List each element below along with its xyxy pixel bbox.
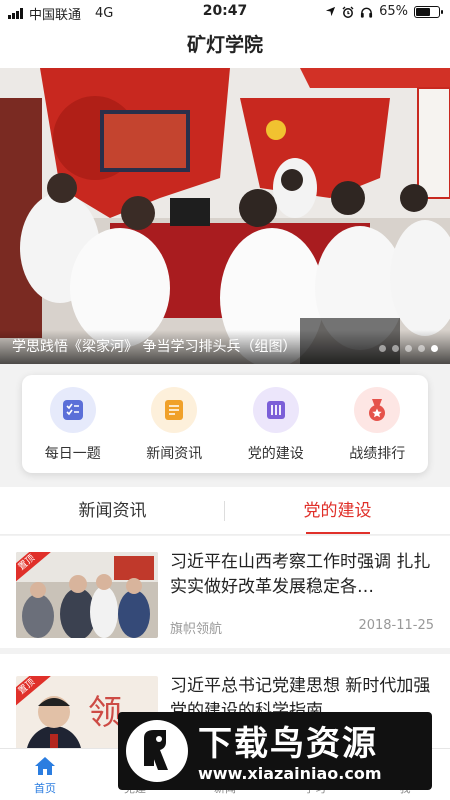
watermark-url: www.xiazainiao.com xyxy=(198,764,382,783)
news-date: 2018-11-25 xyxy=(358,618,434,633)
book-icon xyxy=(266,401,285,419)
carousel-dot[interactable] xyxy=(431,345,438,352)
carousel-dot[interactable] xyxy=(379,345,386,352)
quick-action-daily-question[interactable]: 每日一题 xyxy=(22,375,124,473)
tabbar-home[interactable]: 首页 xyxy=(0,749,90,800)
quick-action-label: 战绩排行 xyxy=(349,446,406,462)
headphones-icon xyxy=(361,7,373,18)
quick-action-label: 党的建设 xyxy=(247,446,304,462)
carousel-dot[interactable] xyxy=(418,345,425,352)
news-icon xyxy=(165,400,184,420)
watermark-title: 下载鸟资源 xyxy=(198,724,378,764)
news-thumbnail: 置顶 xyxy=(16,552,158,638)
tab-news[interactable]: 新闻资讯 xyxy=(0,487,225,534)
alarm-icon xyxy=(342,6,354,18)
quick-action-label: 新闻资讯 xyxy=(146,446,203,462)
battery-icon xyxy=(414,5,443,18)
quick-actions-card: 每日一题 新闻资讯 党的建设 战绩排行 xyxy=(22,375,428,473)
banner-photo xyxy=(0,68,450,364)
tab-party-building[interactable]: 党的建设 xyxy=(225,487,450,534)
banner-carousel[interactable]: 学思践悟《梁家河》 争当学习排头兵（组图） xyxy=(0,68,450,364)
page-title: 矿灯学院 xyxy=(0,22,450,68)
tabbar-label: 首页 xyxy=(34,782,56,795)
quick-action-party-building[interactable]: 党的建设 xyxy=(225,375,327,473)
checklist-icon xyxy=(62,400,83,420)
quick-action-label: 每日一题 xyxy=(44,446,101,462)
quick-action-ranking[interactable]: 战绩排行 xyxy=(327,375,429,473)
home-icon xyxy=(35,757,55,775)
location-icon xyxy=(326,6,336,17)
quick-action-news[interactable]: 新闻资讯 xyxy=(124,375,226,473)
svg-text:领: 领 xyxy=(88,693,122,733)
news-source: 旗帜领航 xyxy=(170,622,223,637)
bird-logo-icon xyxy=(126,720,188,782)
carousel-dot[interactable] xyxy=(405,345,412,352)
banner-caption[interactable]: 学思践悟《梁家河》 争当学习排头兵（组图） xyxy=(12,336,296,356)
battery-percent: 65% xyxy=(379,4,408,19)
carousel-dot[interactable] xyxy=(392,345,399,352)
list-item[interactable]: 置顶 习近平在山西考察工作时强调 扎扎实实做好改革发展稳定各… 旗帜领航 201… xyxy=(0,536,450,654)
medal-icon xyxy=(369,399,386,421)
qicon-bg-0 xyxy=(49,387,96,433)
watermark-overlay: 下载鸟资源 www.xiazainiao.com xyxy=(118,712,432,790)
content-tabs: 新闻资讯 党的建设 xyxy=(0,487,450,535)
carousel-dots[interactable] xyxy=(379,345,438,352)
status-bar: 中国联通 4G 20:47 65% xyxy=(0,0,450,23)
news-title[interactable]: 习近平在山西考察工作时强调 扎扎实实做好改革发展稳定各… xyxy=(170,550,436,600)
